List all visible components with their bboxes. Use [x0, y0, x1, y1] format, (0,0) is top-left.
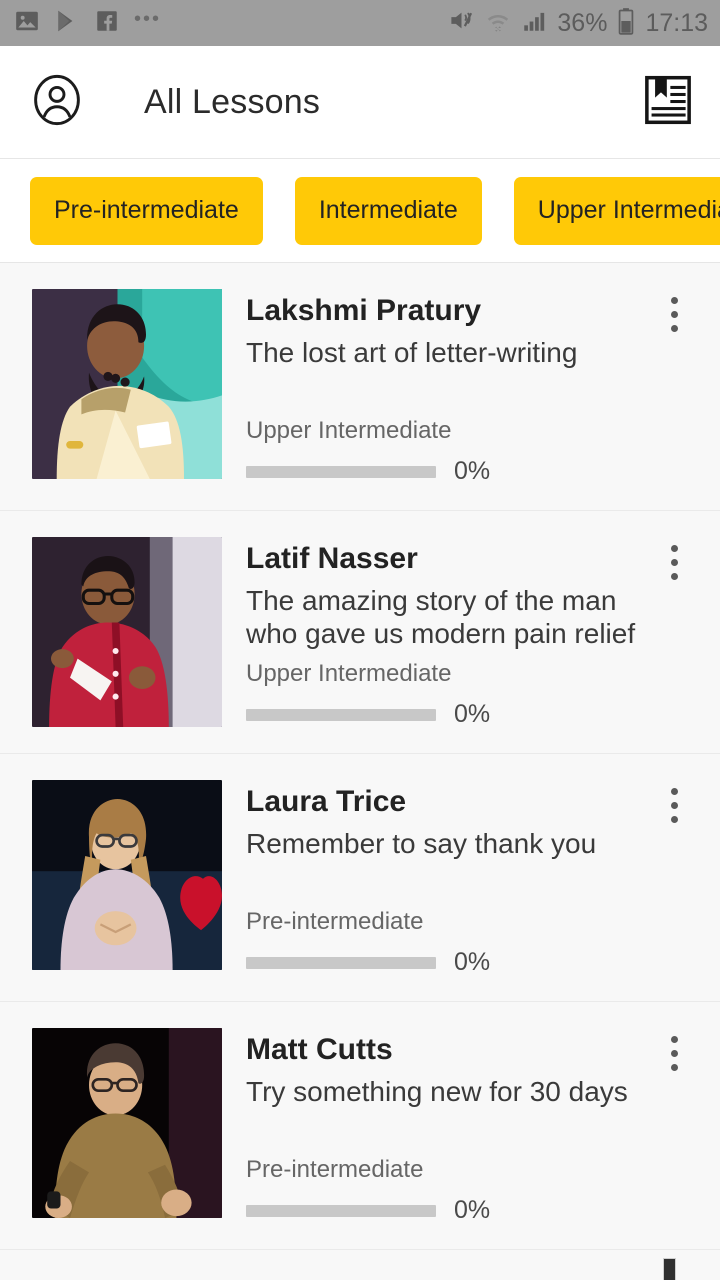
progress-label: 0% — [454, 700, 491, 729]
progress-label: 0% — [454, 1196, 491, 1225]
more-vert-icon — [670, 1035, 678, 1043]
signal-icon — [521, 8, 547, 39]
chip-upper-intermediate[interactable]: Upper Intermediate — [513, 176, 720, 245]
more-vert-icon — [670, 296, 678, 304]
lesson-level: Upper Intermediate — [246, 660, 452, 688]
lesson-speaker: Laura Trice — [246, 785, 407, 819]
lesson-speaker: Lakshmi Pratury — [246, 294, 482, 327]
lesson-progress: 0% — [246, 948, 696, 977]
google-play-icon — [54, 8, 80, 39]
lesson-level: Pre-intermediate — [246, 1156, 424, 1184]
lesson-title: Try something new for 30 days — [246, 1076, 628, 1108]
lesson-list[interactable]: Lakshmi Pratury The lost art of letter-w… — [0, 263, 720, 1251]
battery-percent-label: 36% — [557, 8, 608, 37]
progress-bar — [246, 708, 436, 721]
lesson-info: Latif Nasser The amazing story of the ma… — [222, 537, 696, 729]
progress-bar — [246, 465, 436, 478]
overflow-menu-button[interactable] — [654, 539, 694, 585]
vibrate-mute-icon — [448, 7, 475, 39]
lesson-title: Remember to say thank you — [246, 828, 597, 860]
app-bar: All Lessons — [0, 46, 720, 159]
chip-intermediate[interactable]: Intermediate — [294, 176, 482, 245]
overflow-menu-button[interactable] — [654, 782, 694, 828]
page-title: All Lessons — [144, 82, 321, 121]
status-bar: ••• 36% 17:13 — [0, 0, 720, 46]
overflow-menu-button[interactable] — [654, 1030, 694, 1076]
lesson-title: The amazing story of the man who gave us… — [246, 585, 636, 650]
status-bar-system: 36% 17:13 — [448, 7, 708, 40]
lesson-info: Lakshmi Pratury The lost art of letter-w… — [222, 289, 696, 486]
more-notifications-icon: ••• — [134, 8, 162, 30]
lesson-progress: 0% — [246, 457, 696, 486]
status-bar-notifications: ••• — [14, 8, 161, 39]
lesson-thumbnail[interactable] — [32, 1028, 222, 1219]
level-filter-chips[interactable]: Pre-intermediate Intermediate Upper Inte… — [0, 159, 720, 263]
lesson-level: Upper Intermediate — [246, 417, 452, 445]
lesson-thumbnail[interactable] — [32, 537, 222, 728]
progress-bar — [246, 956, 436, 969]
lesson-info: Matt Cutts Try something new for 30 days… — [222, 1028, 696, 1225]
list-item[interactable]: Lakshmi Pratury The lost art of letter-w… — [0, 263, 720, 512]
list-item[interactable]: Matt Cutts Try something new for 30 days… — [0, 1002, 720, 1251]
wifi-icon — [485, 8, 511, 39]
lesson-progress: 0% — [246, 1196, 696, 1225]
list-item[interactable]: Laura Trice Remember to say thank you Pr… — [0, 754, 720, 1003]
lesson-title: The lost art of letter-writing — [246, 337, 578, 368]
photo-icon — [14, 8, 40, 39]
progress-bar — [246, 1204, 436, 1217]
lesson-progress: 0% — [246, 700, 696, 729]
list-item[interactable]: Latif Nasser The amazing story of the ma… — [0, 511, 720, 755]
lesson-level: Pre-intermediate — [246, 908, 424, 936]
lesson-thumbnail[interactable] — [32, 289, 222, 479]
battery-icon — [617, 7, 635, 40]
lesson-thumbnail[interactable] — [32, 780, 222, 971]
facebook-icon — [94, 8, 120, 39]
article-bookmark-icon[interactable] — [642, 73, 694, 132]
lesson-speaker: Matt Cutts — [246, 1033, 393, 1067]
lesson-info: Laura Trice Remember to say thank you Pr… — [222, 780, 696, 977]
chip-pre-intermediate[interactable]: Pre-intermediate — [30, 176, 263, 245]
progress-label: 0% — [454, 948, 491, 977]
overflow-menu-button[interactable] — [654, 291, 694, 337]
clock-label: 17:13 — [645, 8, 708, 37]
scrollbar-thumb[interactable] — [663, 1258, 676, 1280]
more-vert-icon — [670, 787, 678, 795]
app-root: ••• 36% 17:13 All Lessons Pre-intermedia… — [0, 0, 720, 1280]
lesson-speaker: Latif Nasser — [246, 542, 418, 576]
progress-label: 0% — [454, 457, 491, 486]
account-circle-icon[interactable] — [30, 73, 84, 132]
more-vert-icon — [670, 544, 678, 552]
